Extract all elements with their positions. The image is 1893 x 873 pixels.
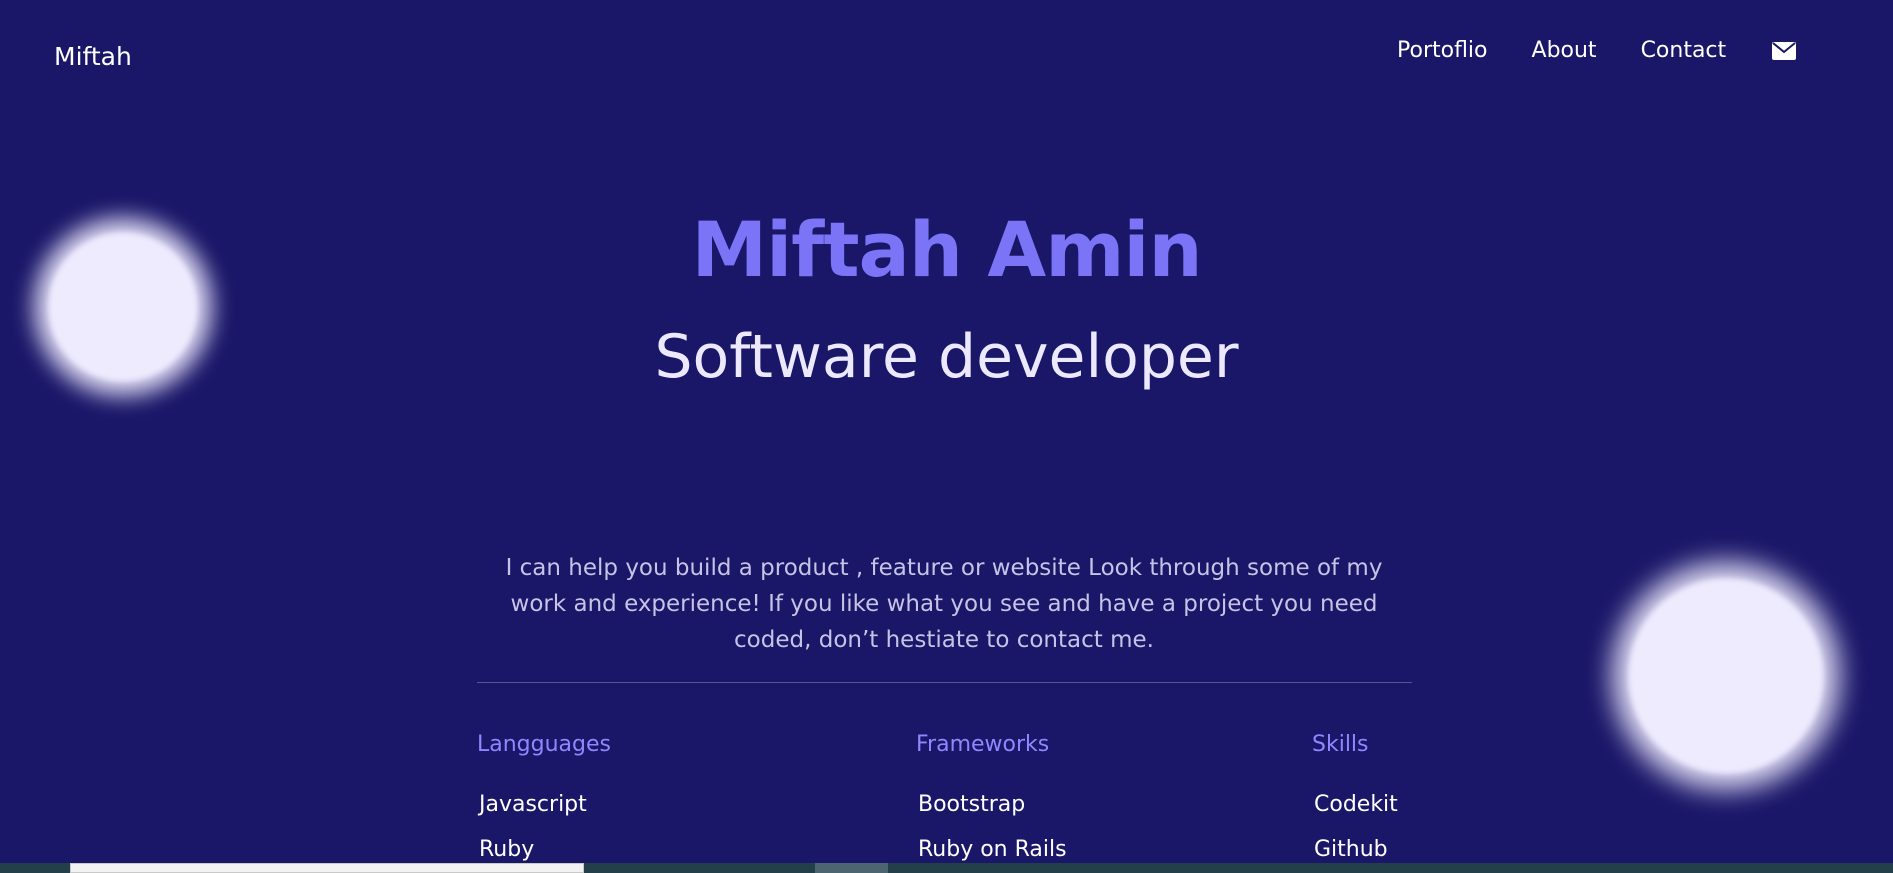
top-navbar: Miftah Portoflio About Contact — [0, 0, 1893, 110]
intro-text: I can help you build a product , feature… — [505, 555, 1383, 653]
frameworks-column: Frameworks Bootstrap Ruby on Rails — [916, 730, 1067, 865]
envelope-icon[interactable] — [1772, 41, 1797, 60]
list-item: Bootstrap — [918, 792, 1026, 817]
decorative-glow-circle-right — [1628, 578, 1824, 774]
list-item: Codekit — [1314, 792, 1398, 817]
languages-column: Langguages Javascript Ruby — [477, 730, 611, 865]
frameworks-title: Frameworks — [916, 732, 1050, 757]
bottom-input-strip[interactable] — [70, 863, 584, 873]
nav-link-contact[interactable]: Contact — [1641, 38, 1727, 63]
bottom-scroll-thumb[interactable] — [815, 863, 888, 873]
list-item: Javascript — [479, 792, 587, 817]
nav-links: Portoflio About Contact — [1397, 38, 1797, 63]
section-divider — [477, 682, 1412, 683]
brand-logo[interactable]: Miftah — [54, 42, 132, 71]
nav-link-about[interactable]: About — [1532, 38, 1597, 63]
list-item: Ruby on Rails — [918, 837, 1067, 862]
list-item: Ruby — [479, 837, 535, 862]
skills-column: Skills Codekit Github — [1312, 730, 1398, 865]
hero-name: Miftah Amin — [691, 205, 1202, 294]
list-item: Github — [1314, 837, 1388, 862]
hero-role: Software developer — [654, 322, 1239, 392]
languages-title: Langguages — [477, 732, 611, 757]
nav-link-portfolio[interactable]: Portoflio — [1397, 38, 1488, 63]
skills-title: Skills — [1312, 732, 1369, 757]
